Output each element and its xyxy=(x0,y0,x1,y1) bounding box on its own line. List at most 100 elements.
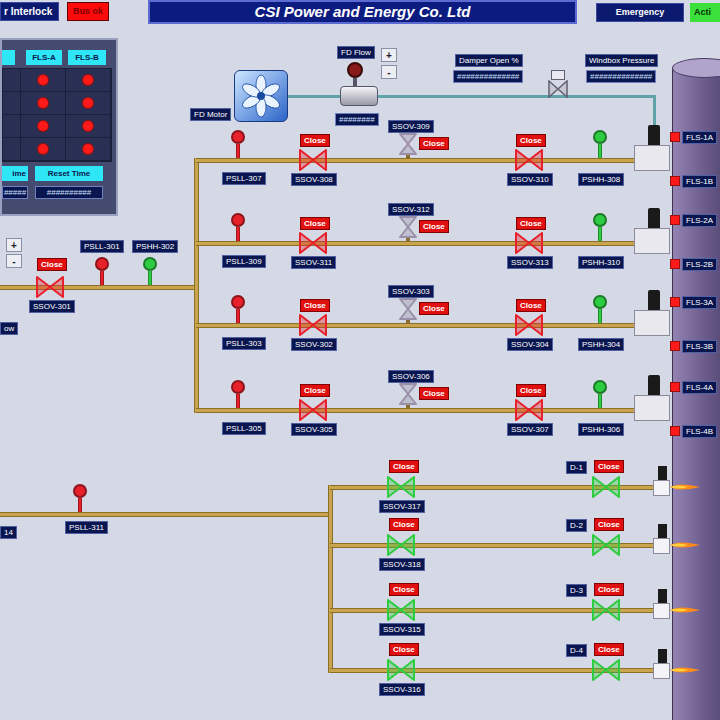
reset-time-value: ########## xyxy=(35,186,103,199)
pressure-switch-stem xyxy=(236,227,240,241)
vent-valve[interactable] xyxy=(399,216,417,238)
shutoff-valve[interactable] xyxy=(299,232,327,254)
valve-status: Close xyxy=(300,384,330,397)
damper-icon[interactable] xyxy=(548,80,568,98)
igniter-nozzle-icon xyxy=(658,649,667,663)
shutoff-valve[interactable] xyxy=(592,599,620,621)
burner-branch: PSLL-309CloseSSOV-311CloseSSOV-312CloseS… xyxy=(0,198,720,278)
valve-icon xyxy=(299,314,327,336)
valve-icon xyxy=(299,232,327,254)
pressure-switch[interactable] xyxy=(231,130,245,158)
shutoff-valve[interactable] xyxy=(299,399,327,421)
time-label: ime xyxy=(2,166,28,181)
flow-adjust-button[interactable]: + xyxy=(381,48,397,62)
valve-status: Close xyxy=(389,460,419,473)
pressure-switch-head-icon xyxy=(593,213,607,227)
vent-valve[interactable] xyxy=(399,133,417,155)
pressure-switch-head-icon xyxy=(231,130,245,144)
switch-tag: PSLL-303 xyxy=(222,337,266,350)
shutoff-valve[interactable] xyxy=(387,534,415,556)
fd-fan[interactable] xyxy=(234,70,288,122)
status-dot xyxy=(82,97,94,109)
shutoff-valve[interactable] xyxy=(299,314,327,336)
shutoff-valve[interactable] xyxy=(515,314,543,336)
valve-status: Close xyxy=(594,583,624,596)
valve-status: Close xyxy=(300,299,330,312)
switch-tag: PSHH-302 xyxy=(132,240,178,253)
flow-adjust-button[interactable]: - xyxy=(381,65,397,79)
scanner-row xyxy=(3,69,111,92)
status-dot xyxy=(82,74,94,86)
shutoff-valve[interactable] xyxy=(387,659,415,681)
valve-status: Close xyxy=(389,518,419,531)
fan-icon xyxy=(239,74,283,118)
gas-adjust-button[interactable]: - xyxy=(6,254,22,268)
pressure-switch[interactable] xyxy=(593,130,607,158)
valve-icon xyxy=(592,476,620,498)
scanner-cell xyxy=(66,92,111,114)
flow-value: ######## xyxy=(335,113,379,126)
shutoff-valve[interactable] xyxy=(36,276,64,298)
pressure-switch-head-icon xyxy=(593,380,607,394)
valve-tag: SSOV-301 xyxy=(29,300,75,313)
scanner-tag: FLS-1A xyxy=(682,131,717,144)
pressure-switch[interactable] xyxy=(593,295,607,323)
scanner-grid xyxy=(2,68,112,162)
igniter-nozzle-icon xyxy=(658,524,667,538)
valve-status: Close xyxy=(516,217,546,230)
shutoff-valve[interactable] xyxy=(515,232,543,254)
shutoff-valve[interactable] xyxy=(592,534,620,556)
windbox-value: ############## xyxy=(586,70,656,83)
pressure-switch[interactable] xyxy=(73,484,87,512)
gas-manifold-pipe xyxy=(194,158,199,413)
shutoff-valve[interactable] xyxy=(592,659,620,681)
gas-adjust-button[interactable]: + xyxy=(6,238,22,252)
igniter-branch: CloseSSOV-318D-2Close xyxy=(0,510,720,572)
shutoff-valve[interactable] xyxy=(387,476,415,498)
valve-tag: SSOV-316 xyxy=(379,683,425,696)
windbox-label: Windbox Pressure xyxy=(585,54,658,67)
valve-icon xyxy=(299,149,327,171)
valve-icon xyxy=(515,232,543,254)
valve-status: Close xyxy=(419,137,449,150)
shutoff-valve[interactable] xyxy=(515,399,543,421)
pressure-switch[interactable] xyxy=(593,213,607,241)
shutoff-valve[interactable] xyxy=(592,476,620,498)
shutoff-valve[interactable] xyxy=(299,149,327,171)
pressure-switch[interactable] xyxy=(231,380,245,408)
fan-label: FD Motor xyxy=(190,108,231,121)
vent-valve[interactable] xyxy=(399,383,417,405)
shutoff-valve[interactable] xyxy=(515,149,543,171)
pressure-switch-head-icon xyxy=(231,213,245,227)
pressure-switch[interactable] xyxy=(231,213,245,241)
scanner-cell xyxy=(21,69,66,91)
igniter-body xyxy=(653,603,670,619)
valve-icon xyxy=(399,383,417,405)
scanner-indicator xyxy=(670,132,680,142)
valve-status: Close xyxy=(389,643,419,656)
scanner-indicator xyxy=(670,341,680,351)
reset-time-label: Reset Time xyxy=(35,166,103,181)
pressure-switch[interactable] xyxy=(95,257,109,285)
valve-status: Close xyxy=(419,387,449,400)
pressure-switch-stem xyxy=(78,498,82,512)
igniter-line-tag: 14 xyxy=(0,526,17,539)
valve-icon xyxy=(299,399,327,421)
valve-icon xyxy=(387,659,415,681)
shutoff-valve[interactable] xyxy=(387,599,415,621)
valve-tag: SSOV-308 xyxy=(291,173,337,186)
pressure-switch-stem xyxy=(236,309,240,323)
pressure-switch[interactable] xyxy=(231,295,245,323)
igniter-valve-tag: D-1 xyxy=(566,461,587,474)
switch-tag: PSHH-310 xyxy=(578,256,624,269)
valve-tag: SSOV-302 xyxy=(291,338,337,351)
pressure-switch[interactable] xyxy=(593,380,607,408)
pressure-switch[interactable] xyxy=(143,257,157,285)
status-dot xyxy=(37,120,49,132)
burner-nozzle-icon xyxy=(648,290,660,310)
vent-valve[interactable] xyxy=(399,298,417,320)
scanner-tag: FLS-2A xyxy=(682,214,717,227)
igniter-branch: CloseSSOV-317D-1Close xyxy=(0,452,720,514)
emergency-button[interactable]: Emergency xyxy=(596,3,684,22)
valve-icon xyxy=(387,599,415,621)
